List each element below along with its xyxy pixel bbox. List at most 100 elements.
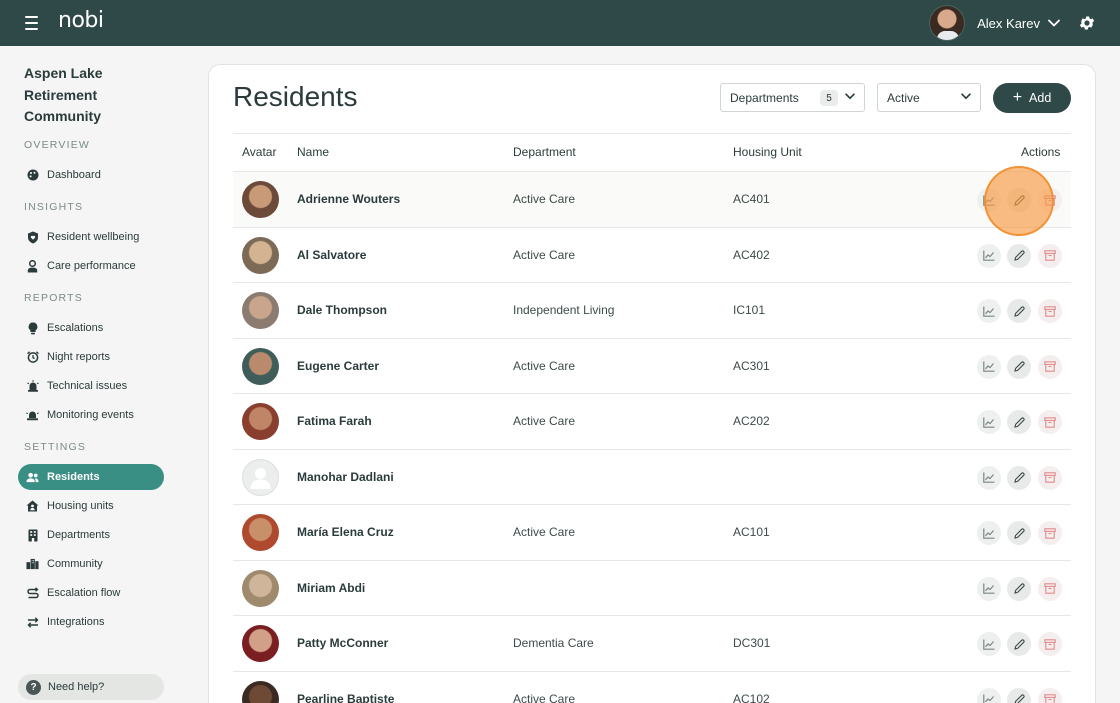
sidebar-item-residents[interactable]: Residents xyxy=(18,464,164,490)
table-row[interactable]: Al Salvatore Active Care AC402 xyxy=(233,226,1071,283)
resident-name[interactable]: María Elena Cruz xyxy=(297,525,394,539)
stats-chart-icon[interactable] xyxy=(977,687,1001,703)
hamburger-menu-icon[interactable] xyxy=(25,16,38,30)
resident-avatar xyxy=(242,569,279,607)
sidebar-item-label: Care performance xyxy=(47,260,136,272)
resident-housing-unit: AC202 xyxy=(733,414,770,428)
pencil-edit-icon[interactable] xyxy=(1007,243,1031,268)
table-row[interactable]: Pearline Baptiste Active Care AC102 xyxy=(233,670,1071,703)
archive-box-icon[interactable] xyxy=(1038,687,1062,703)
nobi-logo[interactable]: nobi xyxy=(58,8,104,33)
lightbulb-icon xyxy=(26,321,39,335)
archive-box-icon[interactable] xyxy=(1038,632,1062,656)
archive-box-icon[interactable] xyxy=(1038,410,1062,434)
archive-box-icon[interactable] xyxy=(1038,299,1062,323)
column-header-department[interactable]: Department xyxy=(513,145,576,159)
table-row[interactable]: Dale Thompson Independent Living IC101 xyxy=(233,282,1071,338)
sidebar-item-dashboard[interactable]: Dashboard xyxy=(18,162,164,188)
pencil-edit-icon[interactable] xyxy=(1007,354,1031,379)
city-icon xyxy=(26,558,39,571)
stats-chart-icon[interactable] xyxy=(977,354,1001,379)
person-badge-icon xyxy=(26,259,39,273)
community-name: Aspen Lake Retirement Community xyxy=(24,65,103,124)
resident-department: Active Care xyxy=(513,247,576,262)
sidebar-item-label: Resident wellbeing xyxy=(47,231,140,243)
user-menu[interactable]: Alex Karev xyxy=(929,5,1060,41)
pencil-edit-icon[interactable] xyxy=(1007,632,1031,656)
resident-name[interactable]: Pearline Baptiste xyxy=(297,692,394,703)
sidebar-item-label: Community xyxy=(47,558,103,570)
pencil-edit-icon[interactable] xyxy=(1007,410,1031,434)
archive-box-icon[interactable] xyxy=(1038,243,1062,268)
resident-name[interactable]: Dale Thompson xyxy=(297,303,387,317)
sidebar-item-label: Residents xyxy=(47,471,100,483)
stats-chart-icon[interactable] xyxy=(977,576,1001,601)
table-row[interactable]: Eugene Carter Active Care AC301 xyxy=(233,337,1071,394)
monitor-alert-icon xyxy=(26,409,39,422)
resident-name[interactable]: Fatima Farah xyxy=(297,414,372,428)
table-row[interactable]: Patty McConner Dementia Care DC301 xyxy=(233,615,1071,671)
column-header-avatar: Avatar xyxy=(242,145,277,159)
pencil-edit-icon[interactable] xyxy=(1007,687,1031,703)
table-row[interactable]: María Elena Cruz Active Care AC101 xyxy=(233,504,1071,560)
resident-name[interactable]: Miriam Abdi xyxy=(297,581,365,595)
table-divider xyxy=(233,133,1071,134)
sidebar-item-escalation-flow[interactable]: Escalation flow xyxy=(18,580,164,606)
archive-box-icon[interactable] xyxy=(1038,354,1062,379)
archive-box-icon[interactable] xyxy=(1038,188,1062,212)
resident-name[interactable]: Al Salvatore xyxy=(297,248,366,262)
sidebar-item-integrations[interactable]: Integrations xyxy=(18,609,164,635)
gear-icon[interactable] xyxy=(1078,14,1096,32)
shield-heart-icon xyxy=(26,231,39,244)
resident-name[interactable]: Patty McConner xyxy=(297,636,388,650)
stats-chart-icon[interactable] xyxy=(977,465,1001,490)
table-row[interactable]: Manohar Dadlani xyxy=(233,448,1071,505)
sidebar-item-community[interactable]: Community xyxy=(18,551,164,577)
table-row[interactable]: Adrienne Wouters Active Care AC401 xyxy=(233,171,1071,227)
table-row[interactable]: Fatima Farah Active Care AC202 xyxy=(233,393,1071,449)
help-button[interactable]: ? Need help? xyxy=(18,674,164,700)
swap-arrows-icon xyxy=(26,616,39,629)
pencil-edit-icon[interactable] xyxy=(1007,465,1031,490)
stats-chart-icon[interactable] xyxy=(977,521,1001,545)
residents-card: Residents Departments 5 Active + Add Ava… xyxy=(208,64,1096,703)
sidebar-item-departments[interactable]: Departments xyxy=(18,522,164,548)
column-header-name[interactable]: Name xyxy=(297,145,329,159)
column-header-housing-unit[interactable]: Housing Unit xyxy=(733,145,802,159)
archive-box-icon[interactable] xyxy=(1038,465,1062,490)
resident-name[interactable]: Eugene Carter xyxy=(297,359,379,373)
sidebar-item-technical-issues[interactable]: Technical issues xyxy=(18,373,164,399)
question-icon: ? xyxy=(26,679,41,695)
stats-chart-icon[interactable] xyxy=(977,299,1001,323)
stats-chart-icon[interactable] xyxy=(977,188,1001,212)
sidebar-item-escalations[interactable]: Escalations xyxy=(18,315,164,341)
sidebar-item-housing-units[interactable]: Housing units xyxy=(18,493,164,519)
pencil-edit-icon[interactable] xyxy=(1007,521,1031,545)
stats-chart-icon[interactable] xyxy=(977,632,1001,656)
add-resident-button[interactable]: + Add xyxy=(993,83,1071,113)
resident-name[interactable]: Manohar Dadlani xyxy=(297,470,394,484)
departments-filter[interactable]: Departments 5 xyxy=(720,83,865,112)
resident-housing-unit: AC402 xyxy=(733,247,770,262)
page-title: Residents xyxy=(233,81,358,112)
departments-count-badge: 5 xyxy=(820,90,838,106)
resident-name[interactable]: Adrienne Wouters xyxy=(297,192,400,206)
sidebar-item-care-performance[interactable]: Care performance xyxy=(18,253,164,279)
section-label-reports: REPORTS xyxy=(24,292,83,304)
status-filter[interactable]: Active xyxy=(877,83,981,112)
sidebar-item-monitoring-events[interactable]: Monitoring events xyxy=(18,402,164,428)
stats-chart-icon[interactable] xyxy=(977,243,1001,268)
sidebar-item-label: Departments xyxy=(47,529,110,541)
archive-box-icon[interactable] xyxy=(1038,576,1062,601)
pencil-edit-icon[interactable] xyxy=(1007,576,1031,601)
sidebar-item-resident-wellbeing[interactable]: Resident wellbeing xyxy=(18,224,164,250)
table-row[interactable]: Miriam Abdi xyxy=(233,559,1071,616)
resident-avatar xyxy=(242,292,279,329)
pencil-edit-icon[interactable] xyxy=(1007,299,1031,323)
resident-avatar xyxy=(242,347,279,385)
stats-chart-icon[interactable] xyxy=(977,410,1001,434)
sidebar-item-night-reports[interactable]: Night reports xyxy=(18,344,164,370)
archive-box-icon[interactable] xyxy=(1038,521,1062,545)
section-label-settings: SETTINGS xyxy=(24,441,87,453)
pencil-edit-icon[interactable] xyxy=(1007,188,1031,212)
